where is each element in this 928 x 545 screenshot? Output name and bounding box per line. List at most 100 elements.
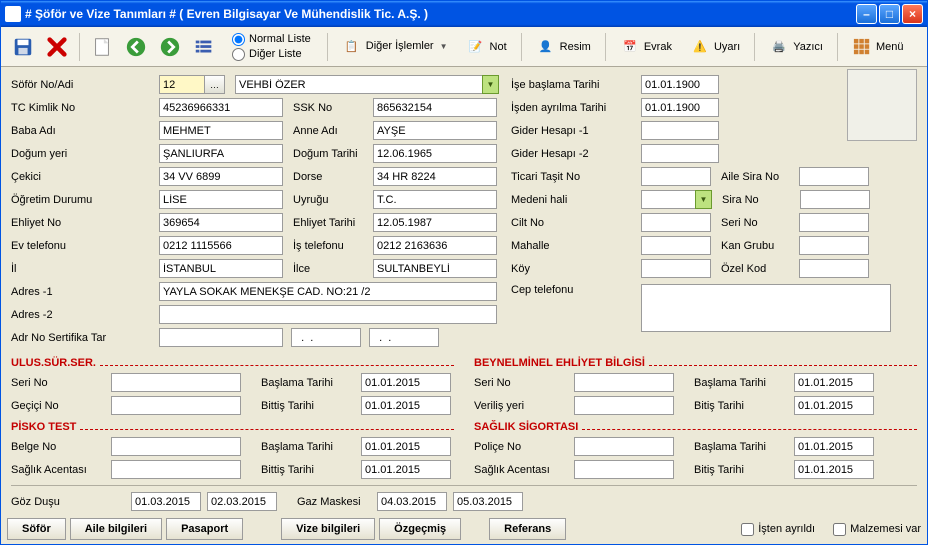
list-button[interactable] <box>190 33 218 61</box>
evrak-button[interactable]: 📅Evrak <box>614 33 678 61</box>
ilce-input[interactable] <box>373 259 497 278</box>
saglik-bitis-label: Bitiş Tarihi <box>694 464 794 476</box>
baba-input[interactable] <box>159 121 283 140</box>
uyrugu-input[interactable] <box>373 190 497 209</box>
medeni-input[interactable] <box>641 190 695 209</box>
normal-liste-radio[interactable]: Normal Liste <box>232 33 311 46</box>
uyari-button[interactable]: ⚠️Uyarı <box>684 33 746 61</box>
yazici-button[interactable]: 🖨️Yazıcı <box>763 33 829 61</box>
ozel-kod-label: Özel Kod <box>721 263 799 275</box>
kan-label: Kan Grubu <box>721 240 799 252</box>
ehliyet-no-input[interactable] <box>159 213 283 232</box>
sofor-no-lookup-button[interactable]: … <box>205 75 225 94</box>
gaz-d1-input[interactable] <box>377 492 447 511</box>
bey-seri-input[interactable] <box>574 373 674 392</box>
ev-tel-input[interactable] <box>159 236 283 255</box>
saglik-acenta-input[interactable] <box>574 460 674 479</box>
ise-baslama-input[interactable] <box>641 75 719 94</box>
adr-d2-input[interactable] <box>369 328 439 347</box>
is-tel-input[interactable] <box>373 236 497 255</box>
ogretim-input[interactable] <box>159 190 283 209</box>
pisko-saglik-input[interactable] <box>111 460 241 479</box>
malzemesi-var-checkbox[interactable]: Malzemesi var <box>833 523 921 536</box>
pisko-baslama-input[interactable] <box>361 437 451 456</box>
ozel-kod-input[interactable] <box>799 259 869 278</box>
ticari-input[interactable] <box>641 167 711 186</box>
bey-baslama-input[interactable] <box>794 373 874 392</box>
saglik-baslama-input[interactable] <box>794 437 874 456</box>
grid-icon <box>852 37 872 57</box>
isten-ayrildi-checkbox[interactable]: İşten ayrıldı <box>741 523 815 536</box>
pisko-belge-input[interactable] <box>111 437 241 456</box>
menu-button[interactable]: Menü <box>846 33 910 61</box>
maximize-button[interactable]: □ <box>879 4 900 24</box>
seri-no-input[interactable] <box>799 213 869 232</box>
il-input[interactable] <box>159 259 283 278</box>
warning-icon: ⚠️ <box>690 37 710 57</box>
bey-verilis-label: Veriliş yeri <box>474 400 574 412</box>
tab-ozgecmis[interactable]: Özgeçmiş <box>379 518 461 540</box>
dogum-tarihi-input[interactable] <box>373 144 497 163</box>
tc-kimlik-input[interactable] <box>159 98 283 117</box>
dorse-input[interactable] <box>373 167 497 186</box>
ehliyet-tarihi-label: Ehliyet Tarihi <box>293 217 373 229</box>
tab-referans[interactable]: Referans <box>489 518 566 540</box>
prev-button[interactable] <box>122 33 150 61</box>
adres1-input[interactable] <box>159 282 497 301</box>
ulus-gecici-input[interactable] <box>111 396 241 415</box>
ulus-baslama-input[interactable] <box>361 373 451 392</box>
tab-pasaport[interactable]: Pasaport <box>166 518 243 540</box>
pisko-bitis-input[interactable] <box>361 460 451 479</box>
saglik-bitis-input[interactable] <box>794 460 874 479</box>
adr-no-input[interactable] <box>159 328 283 347</box>
koy-input[interactable] <box>641 259 711 278</box>
resim-button[interactable]: 👤Resim <box>530 33 597 61</box>
bey-verilis-input[interactable] <box>574 396 674 415</box>
gider1-input[interactable] <box>641 121 719 140</box>
diger-islemler-button[interactable]: 📋Diğer İşlemler▼ <box>336 33 454 61</box>
dogum-yeri-input[interactable] <box>159 144 283 163</box>
goz-d2-input[interactable] <box>207 492 277 511</box>
saglik-title: SAĞLIK SİGORTASI <box>474 421 578 433</box>
bottom-tabs: Söför Aile bilgileri Pasaport Vize bilgi… <box>7 518 921 540</box>
adres2-input[interactable] <box>159 305 497 324</box>
new-button[interactable] <box>88 33 116 61</box>
sira-no-input[interactable] <box>800 190 870 209</box>
tab-vize[interactable]: Vize bilgileri <box>281 518 375 540</box>
cep-input[interactable] <box>641 284 891 332</box>
sira-no-label: Sira No <box>722 194 800 206</box>
sofor-no-input[interactable] <box>159 75 205 94</box>
ehliyet-tarihi-input[interactable] <box>373 213 497 232</box>
medeni-dropdown-button[interactable]: ▼ <box>695 190 712 209</box>
pisko-baslama-label: Başlama Tarihi <box>261 441 361 453</box>
kan-input[interactable] <box>799 236 869 255</box>
save-button[interactable] <box>9 33 37 61</box>
seri-no-label: Seri No <box>721 217 799 229</box>
tab-aile[interactable]: Aile bilgileri <box>70 518 162 540</box>
diger-liste-radio[interactable]: Diğer Liste <box>232 48 311 61</box>
bey-bitis-input[interactable] <box>794 396 874 415</box>
tab-sofor[interactable]: Söför <box>7 518 66 540</box>
anne-input[interactable] <box>373 121 497 140</box>
saglik-police-input[interactable] <box>574 437 674 456</box>
goz-d1-input[interactable] <box>131 492 201 511</box>
ulus-bitis-input[interactable] <box>361 396 451 415</box>
close-button[interactable]: × <box>902 4 923 24</box>
cekici-input[interactable] <box>159 167 283 186</box>
sofor-adi-input[interactable] <box>235 75 482 94</box>
gider2-input[interactable] <box>641 144 719 163</box>
mahalle-input[interactable] <box>641 236 711 255</box>
aile-sira-input[interactable] <box>799 167 869 186</box>
gaz-d2-input[interactable] <box>453 492 523 511</box>
cilt-input[interactable] <box>641 213 711 232</box>
ulus-seri-input[interactable] <box>111 373 241 392</box>
sofor-adi-dropdown-button[interactable]: ▼ <box>482 75 499 94</box>
next-button[interactable] <box>156 33 184 61</box>
adr-d1-input[interactable] <box>291 328 361 347</box>
minimize-button[interactable]: – <box>856 4 877 24</box>
delete-button[interactable] <box>43 33 71 61</box>
not-button[interactable]: 📝Not <box>460 33 513 61</box>
ulus-title: ULUS.SÜR.SER. <box>11 357 96 369</box>
isden-ayrilma-input[interactable] <box>641 98 719 117</box>
ssk-input[interactable] <box>373 98 497 117</box>
